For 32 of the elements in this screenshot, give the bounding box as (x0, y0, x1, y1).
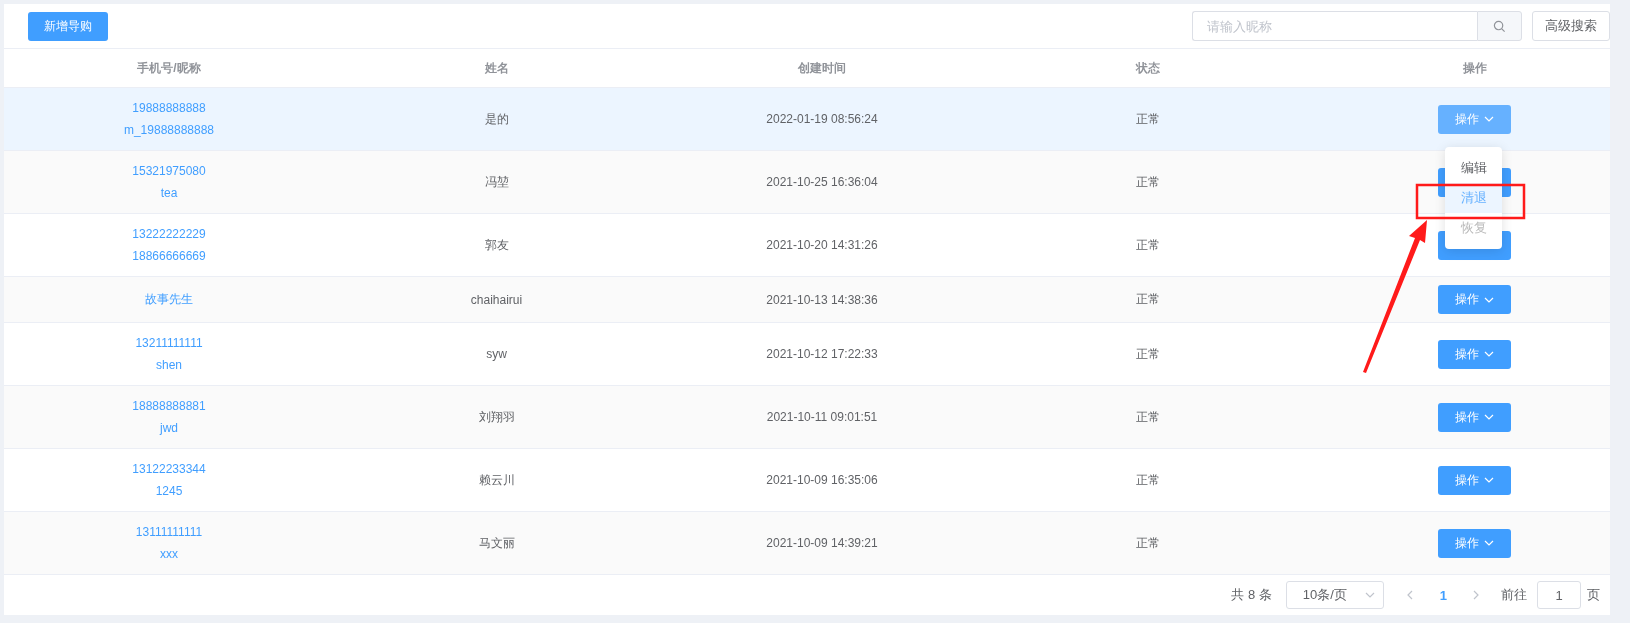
name-cell: 是的 (484, 111, 509, 126)
column-header: 操作 (1462, 60, 1487, 75)
status-cell: 正常 (1136, 237, 1160, 252)
page-unit-label: 页 (1587, 586, 1600, 604)
status-cell: 正常 (1136, 535, 1160, 550)
created-time-cell: 2021-10-11 09:01:51 (766, 410, 878, 424)
status-cell: 正常 (1136, 409, 1160, 424)
name-cell: syw (486, 347, 507, 361)
column-header: 创建时间 (798, 60, 846, 75)
column-header: 状态 (1136, 60, 1160, 75)
name-cell: 郭友 (484, 237, 509, 252)
created-time-cell: 2021-10-20 14:31:26 (766, 238, 878, 252)
status-cell: 正常 (1136, 111, 1160, 126)
created-time-cell: 2021-10-12 17:22:33 (766, 347, 878, 361)
created-time-cell: 2021-10-25 16:36:04 (766, 175, 878, 189)
column-header: 手机号/昵称 (137, 60, 201, 75)
status-cell: 正常 (1136, 174, 1160, 189)
name-cell: 刘翔羽 (478, 409, 515, 424)
column-header: 姓名 (484, 60, 509, 75)
created-time-cell: 2021-10-09 16:35:06 (766, 473, 878, 487)
created-time-cell: 2022-01-19 08:56:24 (766, 112, 878, 126)
name-cell: 马文丽 (478, 535, 515, 550)
created-time-cell: 2021-10-13 14:38:36 (766, 292, 878, 307)
status-cell: 正常 (1136, 346, 1160, 361)
name-cell: 冯堃 (484, 174, 509, 189)
name-cell: chaihairui (470, 292, 523, 307)
total-count: 共 8 条 (1231, 586, 1272, 604)
goto-label: 前往 (1501, 586, 1527, 604)
status-cell: 正常 (1136, 292, 1160, 306)
name-cell: 赖云川 (478, 472, 515, 487)
status-cell: 正常 (1136, 472, 1160, 487)
created-time-cell: 2021-10-09 14:39:21 (766, 536, 878, 550)
